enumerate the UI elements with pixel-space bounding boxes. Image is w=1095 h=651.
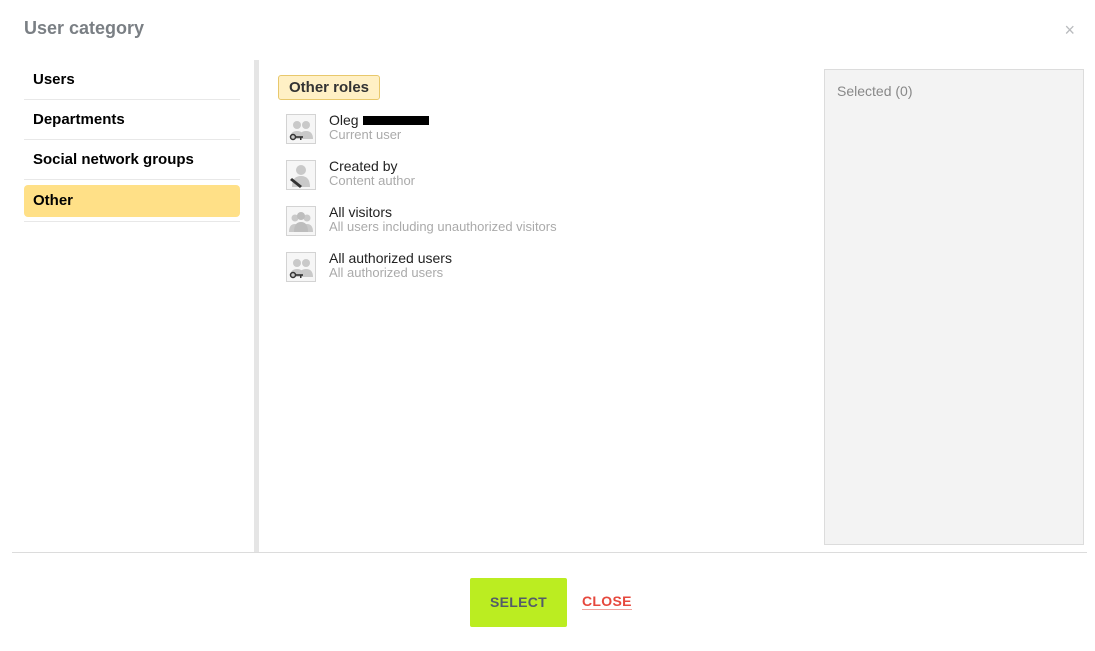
users-group-icon [286, 206, 316, 236]
selected-count-label: Selected (0) [837, 83, 913, 99]
category-sidebar: Users Departments Social network groups … [24, 60, 240, 222]
users-key-icon [286, 252, 316, 282]
roles-list: Other roles Oleg Current user Created by… [278, 75, 808, 282]
redacted-text [362, 115, 429, 125]
footer-divider [12, 552, 1087, 553]
item-description: All authorized users [329, 265, 444, 280]
section-label-other-roles: Other roles [278, 75, 381, 100]
divider [24, 217, 240, 222]
user-key-icon [286, 114, 316, 144]
item-name: Oleg [329, 112, 429, 128]
item-name: All visitors [329, 204, 393, 220]
item-description: Current user [329, 127, 402, 142]
item-description: Content author [329, 173, 416, 188]
selected-panel: Selected (0) [824, 69, 1084, 545]
item-name: All authorized users [329, 250, 452, 266]
close-icon[interactable]: × [1064, 21, 1075, 39]
item-name: Created by [329, 158, 398, 174]
sidebar-item-departments[interactable]: Departments [24, 100, 240, 140]
vertical-divider [254, 60, 259, 552]
close-button[interactable]: CLOSE [582, 593, 632, 610]
dialog-title: User category [24, 18, 145, 38]
user-pen-icon [286, 160, 316, 190]
item-description: All users including unauthorized visitor… [329, 219, 557, 234]
sidebar-item-users[interactable]: Users [24, 60, 240, 100]
sidebar-item-social-network-groups[interactable]: Social network groups [24, 140, 240, 180]
select-button[interactable]: SELECT [470, 578, 567, 627]
sidebar-item-other[interactable]: Other [24, 185, 240, 217]
